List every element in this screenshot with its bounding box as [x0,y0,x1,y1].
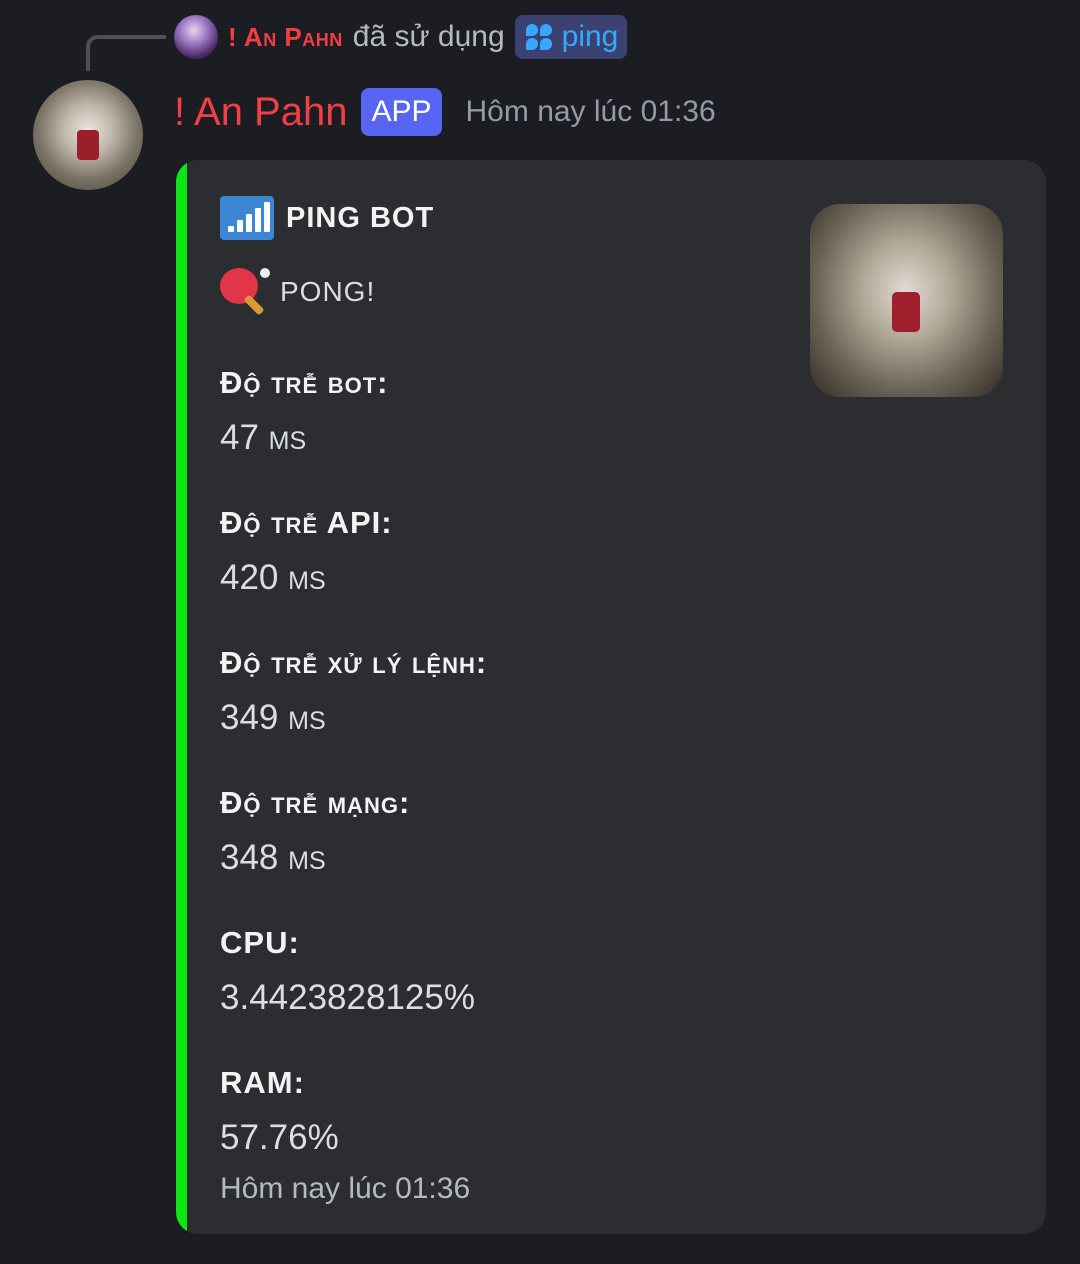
embed-title: PONG! [220,268,820,316]
signal-bars-icon [220,196,274,240]
chat-view: ! An Pahn đã sử dụng ping ! An Pahn APP … [0,0,1080,1264]
field-name: Độ trễ bot: [220,365,389,400]
embed-thumbnail[interactable] [810,204,1003,397]
field-value: 348 ms [220,838,326,877]
author-name[interactable]: ! An Pahn [174,90,347,135]
embed-author-name: PING BOT [286,201,435,234]
author-avatar[interactable] [33,80,143,190]
reply-used-text: đã sử dụng [352,20,505,53]
command-name: ping [561,20,619,53]
embed-author: PING BOT [220,196,820,240]
embed-title-text: PONG! [280,276,376,307]
message-header: ! An Pahn APP Hôm nay lúc 01:36 [174,84,716,140]
reply-context[interactable]: ! An Pahn đã sử dụng ping [174,12,628,62]
field-value: 3.4423828125% [220,978,475,1017]
ping-pong-paddle-icon [220,268,270,316]
reply-avatar[interactable] [174,15,218,59]
embed-field: Độ trễ API: 420 ms [220,500,820,606]
embed-field: Độ trễ xử lý lệnh: 349 ms [220,640,820,746]
field-value: 57.76% [220,1118,339,1157]
reply-user-name[interactable]: ! An Pahn [228,22,343,53]
embed-field: CPU: 3.4423828125% [220,920,820,1026]
app-badge: APP [361,88,442,136]
field-value: 349 ms [220,698,326,737]
field-name: RAM: [220,1065,305,1100]
message-timestamp[interactable]: Hôm nay lúc 01:36 [466,95,716,129]
command-chip[interactable]: ping [514,15,628,59]
slash-command-icon [524,22,554,52]
embed-footer-timestamp: Hôm nay lúc 01:36 [220,1172,471,1205]
field-name: CPU: [220,925,300,960]
field-value: 47 ms [220,418,307,457]
field-name: Độ trễ mạng: [220,785,411,820]
field-name: Độ trễ API: [220,505,393,540]
embed-field: Độ trễ bot: 47 ms [220,360,820,466]
embed-card: PING BOT PONG! Độ trễ bot: 47 ms Độ trễ … [176,160,1046,1234]
embed-content: PING BOT PONG! Độ trễ bot: 47 ms Độ trễ … [220,196,820,1166]
field-name: Độ trễ xử lý lệnh: [220,645,488,680]
embed-field: RAM: 57.76% [220,1060,820,1166]
reply-connector [86,35,166,71]
embed-accent-bar [176,160,187,1234]
field-value: 420 ms [220,558,326,597]
embed-field: Độ trễ mạng: 348 ms [220,780,820,886]
